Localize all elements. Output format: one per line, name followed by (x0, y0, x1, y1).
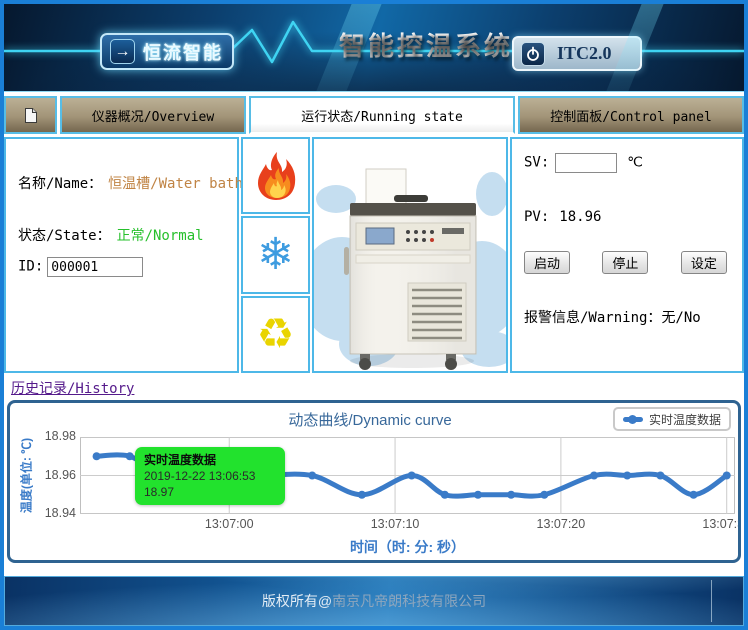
header-banner: → 恒流智能 智能控温系统 ITC2.0 (4, 4, 744, 92)
y-tick: 18.98 (16, 429, 76, 443)
legend-realtime-temp[interactable]: 实时温度数据 (613, 407, 731, 431)
pv-label: PV: (524, 209, 549, 225)
pv-row: PV: 18.96 (524, 209, 601, 225)
start-button[interactable]: 启动 (524, 251, 570, 274)
y-tick: 18.96 (16, 468, 76, 482)
x-tick: 13:07:00 (205, 517, 254, 531)
device-state-row: 状态/State： 正常/Normal (18, 225, 204, 245)
power-icon (521, 42, 545, 66)
warning-row: 报警信息/Warning：无/No (524, 307, 701, 327)
y-tick: 18.94 (16, 506, 76, 520)
recycle-icon: ♻ (257, 313, 295, 355)
warning-label: 报警信息/Warning： (524, 310, 661, 326)
sv-row: SV: ℃ (524, 153, 643, 173)
set-button[interactable]: 设定 (681, 251, 727, 274)
device-name-label: 名称/Name： (18, 176, 102, 192)
control-panel: SV: ℃ PV: 18.96 启动 停止 设定 报警信息/Warning：无/No (510, 137, 744, 373)
sv-input[interactable] (555, 153, 617, 173)
arrow-icon: → (110, 39, 135, 64)
history-link[interactable]: 历史记录/History (11, 378, 134, 398)
dynamic-curve-chart: 动态曲线/Dynamic curve 实时温度数据 温度(单位: ℃) 18.9… (7, 400, 741, 563)
tab-bar: 仪器概况/Overview 运行状态/Running state 控制面板/Co… (4, 96, 744, 134)
sv-unit: ℃ (627, 155, 643, 171)
tooltip-value: 18.97 (144, 484, 276, 500)
home-icon-cell[interactable] (4, 96, 57, 134)
water-bath-device-image (314, 139, 506, 371)
version-label: ITC2.0 (557, 43, 612, 64)
flame-icon (255, 150, 297, 202)
footer-divider (711, 580, 712, 622)
legend-label: 实时温度数据 (649, 411, 721, 428)
x-tick: 13:07:10 (371, 517, 420, 531)
device-name-row: 名称/Name： 恒温槽/Water bath (18, 173, 243, 193)
brand-name: 恒流智能 (143, 39, 223, 65)
company-name: 南京凡帝朗科技有限公司 (332, 591, 486, 611)
x-axis-label: 时间（时: 分: 秒） (80, 537, 735, 557)
brand-logo-button: → 恒流智能 (100, 33, 234, 70)
tab-running-state[interactable]: 运行状态/Running state (249, 96, 515, 134)
stop-button[interactable]: 停止 (602, 251, 648, 274)
chart-tooltip: 实时温度数据 2019-12-22 13:06:53 18.97 (135, 447, 285, 505)
cooling-indicator: ❄ (241, 216, 310, 293)
device-name-value: 恒温槽/Water bath (108, 176, 243, 192)
device-state-value: 正常/Normal (117, 228, 204, 244)
tab-overview[interactable]: 仪器概况/Overview (60, 96, 246, 134)
device-id-label: ID: (18, 259, 43, 275)
x-axis-ticks: 13:07:0013:07:1013:07:2013:07:30 (80, 517, 735, 533)
x-tick: 13:07:30 (702, 517, 741, 531)
warning-value: 无/No (661, 310, 700, 326)
pv-value: 18.96 (559, 209, 601, 225)
app-title: 智能控温系统 (339, 26, 513, 63)
app-window: → 恒流智能 智能控温系统 ITC2.0 仪器概况/Overview 运行状态/… (0, 0, 748, 630)
device-state-label: 状态/State： (18, 228, 111, 244)
tooltip-time: 2019-12-22 13:06:53 (144, 468, 276, 484)
tab-control-panel[interactable]: 控制面板/Control panel (518, 96, 744, 134)
circulation-indicator: ♻ (241, 296, 310, 373)
device-id-row: ID: (18, 257, 143, 277)
x-tick: 13:07:20 (537, 517, 586, 531)
device-image-panel (312, 137, 508, 373)
tooltip-series-name: 实时温度数据 (144, 452, 276, 468)
overview-panel: 名称/Name：恒温槽/Water bath 状态/State：正常/Norma… (4, 137, 239, 373)
document-icon (23, 107, 38, 124)
indicator-column: ❄ ♻ (241, 137, 310, 373)
snowflake-icon: ❄ (257, 233, 294, 277)
legend-marker-icon (623, 414, 643, 424)
y-axis-ticks: 18.9818.9618.94 (14, 437, 76, 514)
device-id-input[interactable] (47, 257, 143, 277)
footer: 版权所有@南京凡帝朗科技有限公司 (4, 576, 744, 626)
chart-title: 动态曲线/Dynamic curve (80, 409, 660, 430)
copyright-prefix: 版权所有@ (262, 591, 332, 611)
control-buttons-row: 启动 停止 设定 (524, 251, 727, 274)
version-badge: ITC2.0 (512, 36, 642, 71)
sv-label: SV: (524, 155, 549, 171)
heating-indicator (241, 137, 310, 214)
